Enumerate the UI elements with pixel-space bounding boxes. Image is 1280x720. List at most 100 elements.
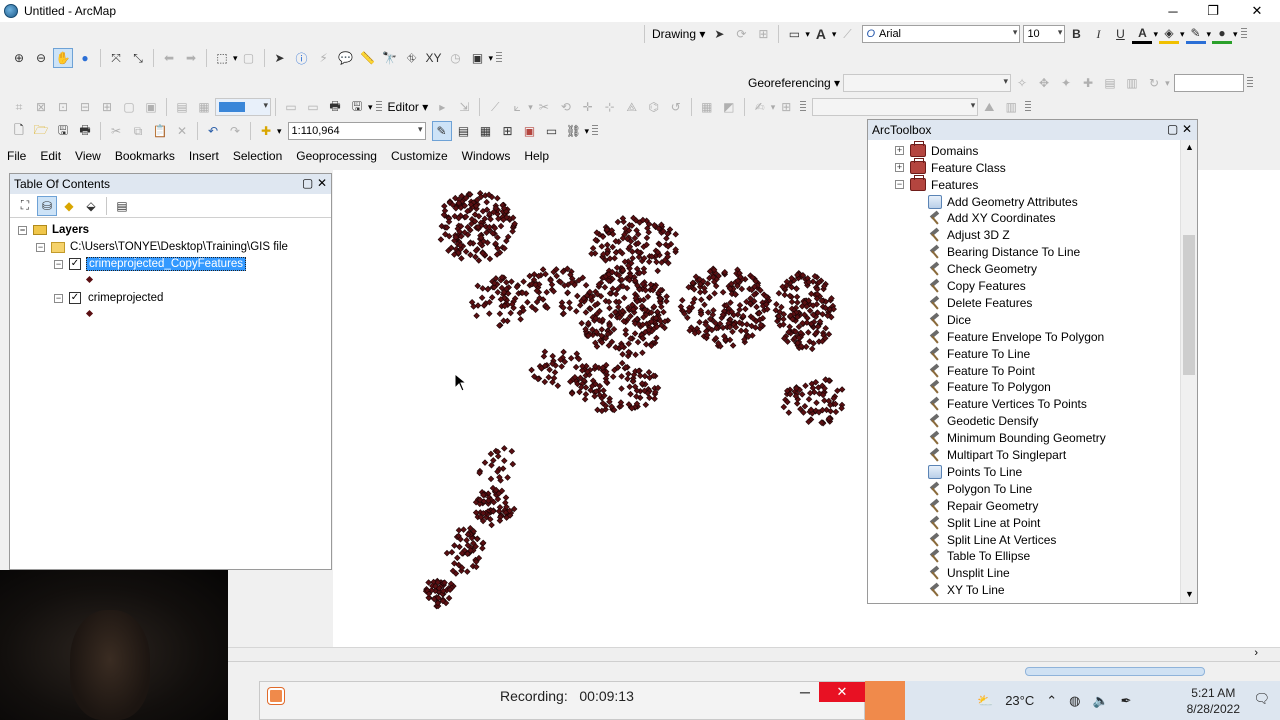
notifications-icon[interactable]: 🗨 xyxy=(1253,691,1270,707)
show-hidden-icons-icon[interactable]: ⌃ xyxy=(1046,693,1057,709)
collapse-icon[interactable]: − xyxy=(18,225,27,235)
marker-color-icon[interactable]: ● xyxy=(1212,24,1233,44)
open-icon[interactable]: 🗁 xyxy=(31,121,51,141)
print-preview-icon[interactable]: 🖶 xyxy=(325,97,345,117)
table-of-contents-icon[interactable]: ▤ xyxy=(454,121,474,141)
line-color-icon[interactable]: ✎ xyxy=(1185,24,1206,44)
pen-icon[interactable]: ✒ xyxy=(1121,693,1132,709)
expand-icon[interactable]: + xyxy=(895,163,904,172)
tool-item[interactable]: Feature To Line xyxy=(928,345,1030,362)
scroll-right-icon[interactable]: › xyxy=(1254,647,1258,659)
expand-icon[interactable]: + xyxy=(895,146,904,155)
menu-view[interactable]: View xyxy=(68,149,108,163)
menu-geoprocessing[interactable]: Geoprocessing xyxy=(289,149,384,163)
weather-icon[interactable]: ⛅ xyxy=(977,693,993,709)
tool-item[interactable]: Adjust 3D Z xyxy=(928,227,1010,244)
tool-item[interactable]: Dice xyxy=(928,311,971,328)
edit-vertices-feature-icon[interactable]: ⟁ xyxy=(622,97,642,117)
target-layer-select[interactable]: ▾ xyxy=(812,98,979,116)
rotate-feature-icon[interactable]: ⟲ xyxy=(556,97,576,117)
hyperlink-icon[interactable]: ⚡ xyxy=(314,48,334,68)
layer-row[interactable]: − ✓ crimeprojected xyxy=(54,290,165,306)
scale-icon[interactable]: ✦ xyxy=(1056,73,1076,93)
identify-icon[interactable]: ⓘ xyxy=(292,48,312,68)
snap-edge-icon[interactable]: ⊟ xyxy=(75,97,95,117)
time-slider-icon[interactable]: ◷ xyxy=(446,48,466,68)
editor-menu-button[interactable]: Editor ▾ xyxy=(388,100,429,114)
snap-end-icon[interactable]: ⊠ xyxy=(31,97,51,117)
select-elements-icon[interactable]: ➤ xyxy=(709,24,729,44)
catalog-icon[interactable]: ▦ xyxy=(476,121,496,141)
tool-item[interactable]: Bearing Distance To Line xyxy=(928,244,1080,261)
georeferencing-menu-button[interactable]: Georeferencing ▾ xyxy=(748,76,840,90)
snap-point-icon[interactable]: ⊞ xyxy=(97,97,117,117)
rotate-icon[interactable]: ⟳ xyxy=(731,24,751,44)
tool-item[interactable]: XY To Line xyxy=(928,582,1005,599)
close-window-button[interactable]: ✕ xyxy=(1234,0,1280,22)
toolset-features[interactable]: − Features xyxy=(895,175,978,193)
georef-layer-select[interactable]: ▾ xyxy=(843,74,1012,92)
layer-visibility-checkbox[interactable]: ✓ xyxy=(69,292,81,304)
arctoolbox-scrollbar[interactable]: ▲ ▼ xyxy=(1180,140,1197,603)
select-features-icon[interactable]: ⬚ xyxy=(212,48,232,68)
menu-windows[interactable]: Windows xyxy=(455,149,518,163)
edit-vertices-icon[interactable]: ⟋ xyxy=(837,24,857,44)
snap-icon[interactable]: ⌗ xyxy=(9,97,29,117)
tool-item[interactable]: Copy Features xyxy=(928,278,1026,295)
fill-color-icon[interactable]: ◈ xyxy=(1158,24,1179,44)
tool-item[interactable]: Split Line at Point xyxy=(928,514,1040,531)
folder-row[interactable]: − C:\Users\TONYE\Desktop\Training\GIS fi… xyxy=(36,239,288,255)
drawing-menu-button[interactable]: Drawing ▾ xyxy=(652,27,705,41)
align-edge-icon[interactable]: ▥ xyxy=(1001,97,1021,117)
cut-icon[interactable]: ✂ xyxy=(106,121,126,141)
delete-icon[interactable]: ✕ xyxy=(172,121,192,141)
recorder-minimize-button[interactable]: ─ xyxy=(800,684,810,700)
tool-item[interactable]: Add XY Coordinates xyxy=(928,210,1056,227)
font-name-select[interactable]: O Arial ▾ xyxy=(862,25,1021,43)
tool-item[interactable]: Delete Features xyxy=(928,294,1032,311)
paste-icon[interactable]: 📋 xyxy=(150,121,170,141)
sketch-tool-icon[interactable]: ⟀ xyxy=(507,97,527,117)
redo-icon[interactable]: ↷ xyxy=(225,121,245,141)
layout-view-icon[interactable]: ▭ xyxy=(281,97,301,117)
zoom-out-icon[interactable]: ⊖ xyxy=(31,48,51,68)
python-window-icon[interactable]: ▭ xyxy=(542,121,562,141)
straight-segment-icon[interactable]: ⟋ xyxy=(485,97,505,117)
undo-edit-icon[interactable]: ↺ xyxy=(666,97,686,117)
go-to-xy-icon[interactable]: XY xyxy=(424,48,444,68)
volume-icon[interactable]: 🔈 xyxy=(1092,693,1108,709)
map-horizontal-scrollbar[interactable]: › xyxy=(228,647,1280,661)
snap-tangent-icon[interactable]: ▣ xyxy=(141,97,161,117)
view-link-table-icon[interactable]: ▤ xyxy=(1100,73,1120,93)
arctoolbox-icon[interactable]: ▣ xyxy=(520,121,540,141)
tool-item[interactable]: Geodetic Densify xyxy=(928,413,1038,430)
menu-edit[interactable]: Edit xyxy=(33,149,68,163)
list-by-visibility-icon[interactable]: ◆ xyxy=(59,196,79,216)
tool-item[interactable]: Feature Envelope To Polygon xyxy=(928,328,1104,345)
export-icon[interactable]: 🖫 xyxy=(347,97,367,117)
snap-vertex-icon[interactable]: ⊡ xyxy=(53,97,73,117)
new-document-icon[interactable]: 🗋 xyxy=(9,121,29,141)
fixed-zoom-out-icon[interactable]: ⤡ xyxy=(128,48,148,68)
tool-item[interactable]: Split Line At Vertices xyxy=(928,531,1056,548)
pan-icon[interactable]: ✋ xyxy=(53,48,73,68)
bold-button[interactable]: B xyxy=(1066,24,1086,44)
tool-item[interactable]: Add Geometry Attributes xyxy=(928,193,1078,210)
swipe-icon[interactable]: ▣ xyxy=(468,48,488,68)
image-adjust-icon[interactable]: ▤ xyxy=(172,97,192,117)
search-window-icon[interactable]: ⊞ xyxy=(498,121,518,141)
topology-icon[interactable]: ⌬ xyxy=(644,97,664,117)
toc-options-icon[interactable]: ▤ xyxy=(112,196,132,216)
create-features-icon[interactable]: ✍ xyxy=(750,97,770,117)
menu-bookmarks[interactable]: Bookmarks xyxy=(108,149,182,163)
underline-button[interactable]: U xyxy=(1110,24,1130,44)
full-extent-icon[interactable]: ● xyxy=(75,48,95,68)
undo-icon[interactable]: ↶ xyxy=(203,121,223,141)
snap-midpoint-icon[interactable]: ▢ xyxy=(119,97,139,117)
save-icon[interactable]: 🖫 xyxy=(53,121,73,141)
collapse-icon[interactable]: − xyxy=(54,293,63,303)
tool-item[interactable]: Feature To Point xyxy=(928,362,1035,379)
italic-button[interactable]: I xyxy=(1088,24,1108,44)
select-element-icon[interactable]: ➤ xyxy=(270,48,290,68)
copy-icon[interactable]: ⧉ xyxy=(128,121,148,141)
